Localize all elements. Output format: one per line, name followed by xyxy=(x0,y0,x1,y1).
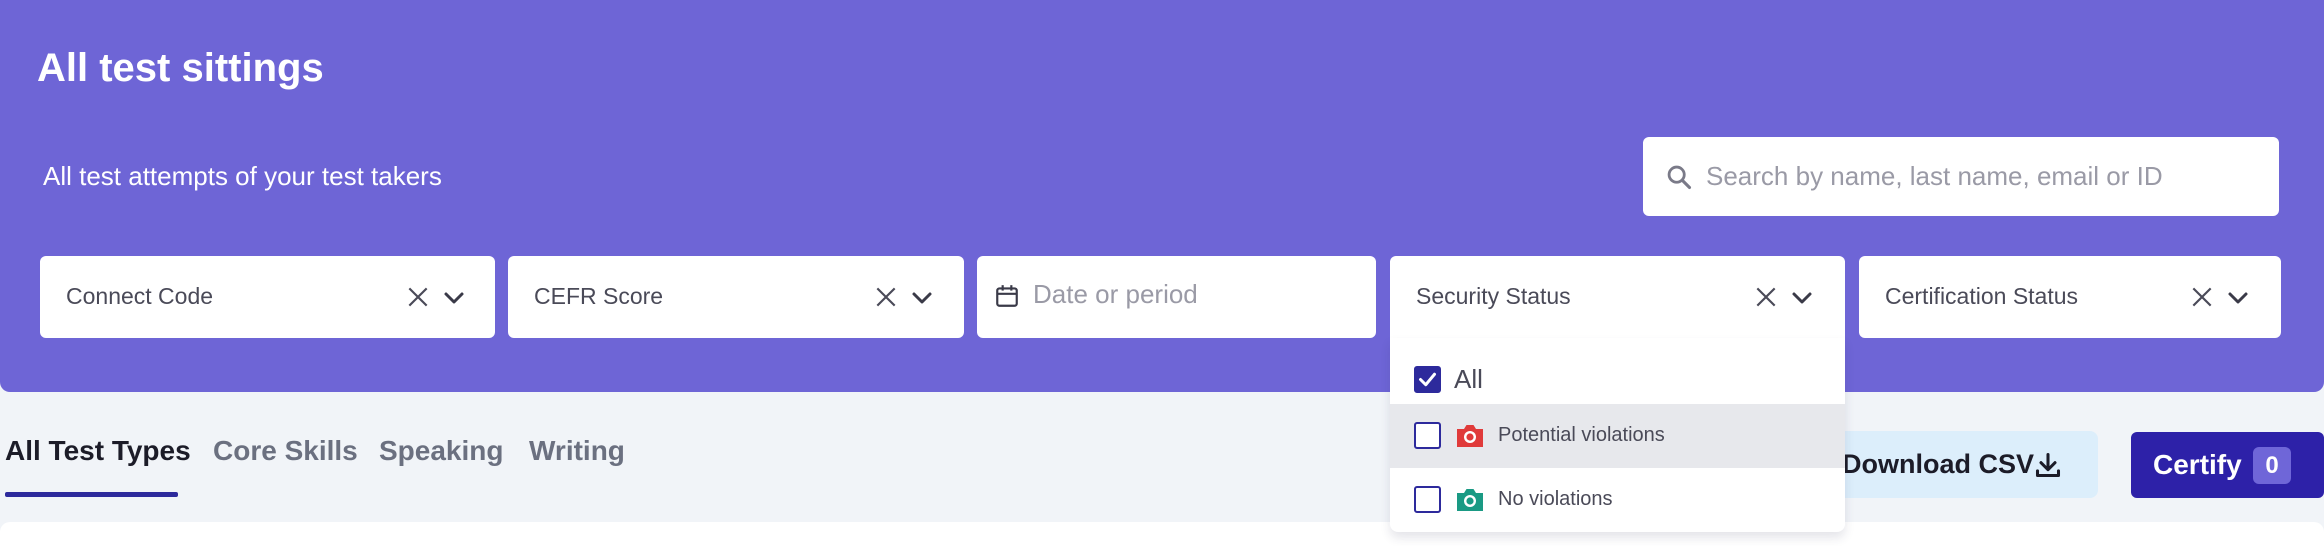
certify-button[interactable]: Certify 0 xyxy=(2131,432,2324,498)
security-status-filter[interactable]: Security Status xyxy=(1390,256,1845,340)
connect-code-filter[interactable]: Connect Code xyxy=(40,256,495,338)
clear-icon[interactable] xyxy=(873,284,899,310)
clear-icon[interactable] xyxy=(1753,284,1779,310)
download-icon xyxy=(2035,452,2061,478)
checkbox[interactable] xyxy=(1414,486,1441,513)
cefr-score-label: CEFR Score xyxy=(534,283,664,309)
chevron-down-icon[interactable] xyxy=(2226,286,2250,310)
certify-count-badge: 0 xyxy=(2253,447,2291,484)
search-icon xyxy=(1667,165,1692,190)
option-no-violations[interactable]: No violations xyxy=(1390,468,1845,532)
clear-icon[interactable] xyxy=(405,284,431,310)
chevron-down-icon[interactable] xyxy=(1790,286,1814,310)
search-input[interactable] xyxy=(1706,153,2256,199)
option-all[interactable]: All xyxy=(1390,352,1845,408)
calendar-icon xyxy=(996,285,1018,307)
option-label: Potential violations xyxy=(1498,424,1665,446)
option-potential-violations[interactable]: Potential violations xyxy=(1390,404,1845,468)
option-label: All xyxy=(1454,364,1483,394)
security-status-label: Security Status xyxy=(1416,283,1571,309)
certification-status-label: Certification Status xyxy=(1885,283,2079,309)
connect-code-label: Connect Code xyxy=(66,283,214,309)
certification-status-filter[interactable]: Certification Status xyxy=(1859,256,2281,338)
checkbox-checked[interactable] xyxy=(1414,366,1441,393)
date-input[interactable]: Date or period xyxy=(1033,279,1198,309)
security-status-dropdown: All Potential violations No violations xyxy=(1390,338,1845,532)
results-card xyxy=(0,522,2324,546)
checkbox[interactable] xyxy=(1414,422,1441,449)
tab-all-test-types[interactable]: All Test Types xyxy=(5,435,191,467)
tab-writing[interactable]: Writing xyxy=(529,435,625,467)
camera-icon xyxy=(1457,489,1483,511)
date-filter[interactable]: Date or period xyxy=(977,256,1376,338)
clear-icon[interactable] xyxy=(2189,284,2215,310)
camera-icon xyxy=(1457,425,1483,447)
search-box[interactable] xyxy=(1643,137,2279,216)
chevron-down-icon[interactable] xyxy=(442,286,466,310)
chevron-down-icon[interactable] xyxy=(910,286,934,310)
active-tab-indicator xyxy=(5,492,178,497)
tab-core-skills[interactable]: Core Skills xyxy=(213,435,358,467)
cefr-score-filter[interactable]: CEFR Score xyxy=(508,256,964,338)
check-icon xyxy=(1419,372,1436,387)
option-label: No violations xyxy=(1498,488,1613,510)
certify-label: Certify xyxy=(2153,449,2242,480)
download-csv-label: Download CSV xyxy=(1842,449,2035,479)
page-title: All test sittings xyxy=(37,46,324,90)
tab-speaking[interactable]: Speaking xyxy=(379,435,503,467)
header-banner: All test sittings All test attempts of y… xyxy=(0,0,2324,392)
page-subtitle: All test attempts of your test takers xyxy=(43,161,442,191)
